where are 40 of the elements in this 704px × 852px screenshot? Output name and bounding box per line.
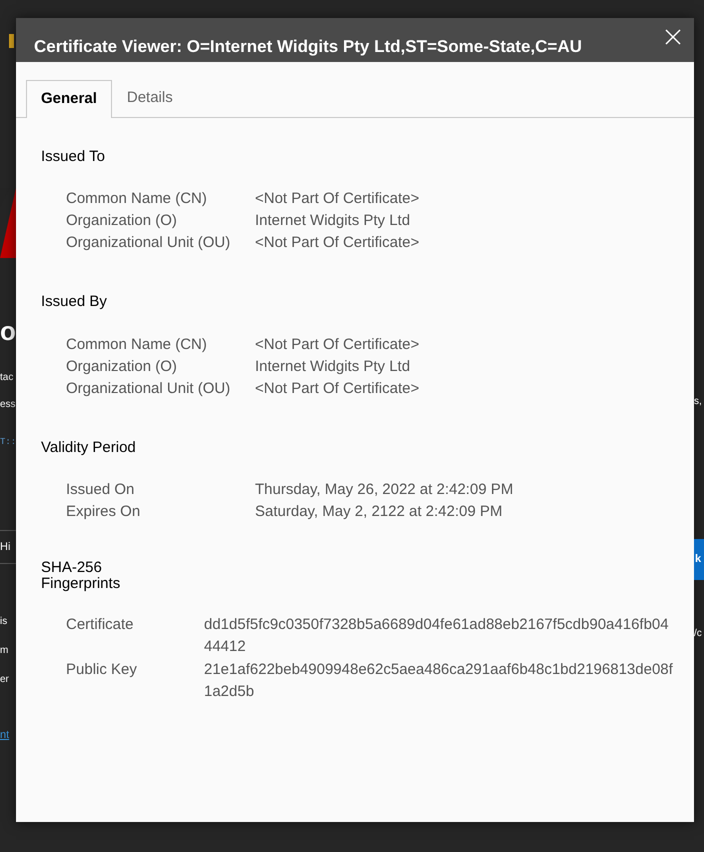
section-heading: Issued To bbox=[41, 146, 106, 166]
window-title: Certificate Viewer: O=Internet Widgits Pty Ltd,ST=Some-State,C=AU bbox=[34, 36, 582, 58]
page-text: tac bbox=[0, 371, 14, 385]
section-heading: Validity Period bbox=[41, 438, 137, 458]
code-text: T:: bbox=[0, 436, 16, 449]
page-text: ess bbox=[0, 398, 16, 412]
tab[interactable]: General bbox=[26, 80, 112, 118]
field-value: dd1d5f5fc9c0350f7328b5a6689d04fe61ad88eb2167f5cdb90a416fb0444412 bbox=[204, 615, 670, 657]
field-label: Public Key bbox=[66, 660, 138, 680]
page-text: m bbox=[0, 644, 10, 658]
field-label: Common Name (CN) bbox=[66, 334, 208, 354]
field-value: <Not Part Of Certificate> bbox=[255, 233, 420, 253]
field-label: Issued On bbox=[66, 480, 136, 500]
field-value: <Not Part Of Certificate> bbox=[255, 189, 420, 209]
close-icon bbox=[665, 29, 681, 45]
field-label: Organization (O) bbox=[66, 211, 178, 231]
section-heading: Issued By bbox=[41, 292, 108, 312]
field-label: Common Name (CN) bbox=[66, 189, 208, 209]
field-label: Organizational Unit (OU) bbox=[66, 233, 232, 253]
field-value: <Not Part Of Certificate> bbox=[255, 334, 420, 354]
section-heading: SHA-256 Fingerprints bbox=[41, 560, 122, 592]
page-text: /c bbox=[694, 626, 703, 640]
page-text: er bbox=[0, 673, 10, 687]
field-value: 21e1af622beb4909948e62c5aea486ca291aaf6b48c1bd2196813de08f1a2d5b bbox=[204, 660, 674, 702]
field-label: Organizational Unit (OU) bbox=[66, 378, 232, 398]
field-label: Certificate bbox=[66, 615, 135, 635]
tab-button[interactable]: Hi bbox=[0, 538, 16, 555]
field-value: <Not Part Of Certificate> bbox=[255, 378, 420, 398]
field-value: Internet Widgits Pty Ltd bbox=[255, 356, 410, 376]
tab[interactable]: Details bbox=[112, 80, 188, 116]
page-link[interactable]: nt bbox=[0, 727, 16, 744]
field-value: Internet Widgits Pty Ltd bbox=[255, 211, 410, 231]
field-value: Thursday, May 26, 2022 at 2:42:09 PM bbox=[255, 480, 514, 500]
primary-button[interactable]: k bbox=[694, 539, 704, 580]
page-heading: o bbox=[0, 318, 16, 344]
page-text: s, bbox=[694, 395, 703, 409]
field-label: Organization (O) bbox=[66, 356, 178, 376]
field-label: Expires On bbox=[66, 502, 142, 522]
page-text: is bbox=[0, 615, 8, 629]
field-value: Saturday, May 2, 2122 at 2:42:09 PM bbox=[255, 502, 502, 522]
